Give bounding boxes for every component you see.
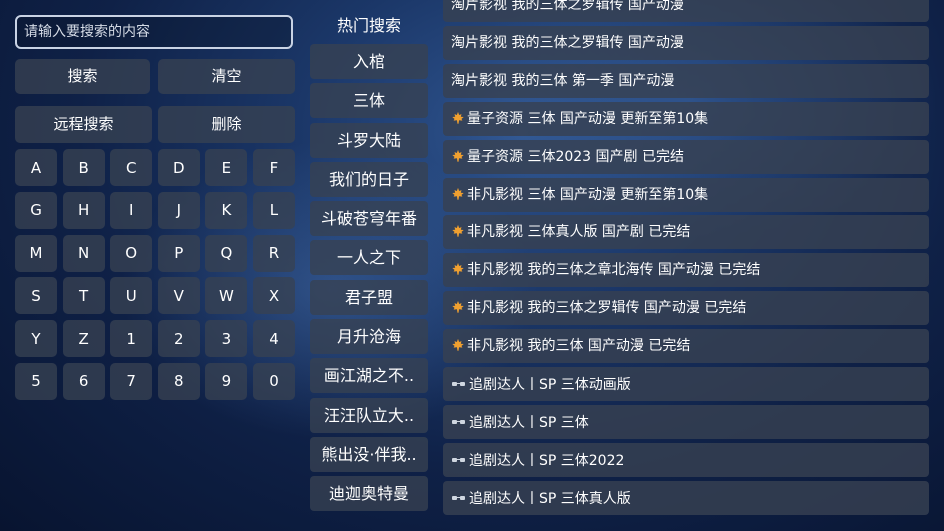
key-o[interactable]: O [110, 234, 153, 272]
key-j[interactable]: J [157, 191, 200, 229]
glasses-icon [451, 443, 467, 477]
result-item[interactable]: 量子资源 三体2023 国产剧 已完结 [443, 139, 929, 174]
hot-search-item[interactable]: 熊出没·伴我.. [310, 436, 428, 472]
result-item[interactable]: 追剧达人丨SP 三体动画版 [443, 367, 929, 401]
clear-button[interactable]: 清空 [158, 59, 295, 94]
key-9[interactable]: 9 [205, 362, 248, 400]
hot-search-item[interactable]: 一人之下 [310, 240, 428, 276]
key-a[interactable]: A [15, 149, 57, 186]
result-label: 非凡影视 我的三体之罗辑传 国产动漫 已完结 [467, 300, 747, 317]
key-z[interactable]: Z [62, 320, 105, 358]
result-item[interactable]: 非凡影视 三体 国产动漫 更新至第10集 [443, 177, 929, 212]
key-4[interactable]: 4 [252, 320, 295, 358]
key-w[interactable]: W [205, 277, 248, 315]
result-label: 非凡影视 三体 国产动漫 更新至第10集 [467, 186, 709, 203]
result-label: 淘片影视 我的三体之罗辑传 国产动漫 [451, 0, 684, 13]
result-label: 淘片影视 我的三体 第一季 国产动漫 [451, 72, 675, 89]
glasses-icon [451, 405, 467, 439]
key-f[interactable]: F [252, 149, 295, 186]
key-7[interactable]: 7 [110, 362, 153, 400]
result-label: 量子资源 三体 国产动漫 更新至第10集 [467, 110, 709, 127]
key-b[interactable]: B [62, 149, 105, 186]
key-x[interactable]: X [252, 277, 295, 315]
glasses-icon [451, 367, 467, 401]
glasses-icon [451, 481, 467, 515]
key-e[interactable]: E [205, 149, 248, 186]
key-l[interactable]: L [252, 191, 295, 229]
hot-search-item[interactable]: 入棺 [310, 44, 428, 79]
onscreen-keyboard: ABCDEF GHIJKL MNOPQR STUVWX YZ1234 567890 [15, 149, 295, 401]
key-r[interactable]: R [252, 234, 295, 272]
hot-search-item[interactable]: 画江湖之不.. [310, 358, 428, 394]
key-m[interactable]: M [15, 234, 57, 272]
result-label: 追剧达人丨SP 三体2022 [469, 452, 625, 469]
maple-leaf-icon [451, 331, 465, 351]
result-label: 追剧达人丨SP 三体动画版 [469, 377, 631, 393]
key-6[interactable]: 6 [62, 362, 105, 400]
key-1[interactable]: 1 [110, 320, 153, 358]
result-item[interactable]: 非凡影视 我的三体之章北海传 国产动漫 已完结 [443, 253, 929, 288]
key-5[interactable]: 5 [15, 362, 57, 400]
result-label: 追剧达人丨SP 三体 [469, 414, 589, 431]
hot-search-item[interactable]: 斗罗大陆 [310, 122, 428, 158]
result-item[interactable]: 非凡影视 我的三体之罗辑传 国产动漫 已完结 [443, 291, 929, 326]
result-item[interactable]: 淘片影视 我的三体 第一季 国产动漫 [443, 63, 929, 98]
key-g[interactable]: G [15, 191, 57, 229]
search-button[interactable]: 搜索 [15, 59, 150, 94]
key-u[interactable]: U [110, 277, 153, 315]
result-item[interactable]: 淘片影视 我的三体之罗辑传 国产动漫 [443, 0, 929, 22]
key-t[interactable]: T [62, 277, 105, 315]
hot-search-item[interactable]: 三体 [310, 83, 428, 119]
key-h[interactable]: H [62, 191, 105, 229]
maple-leaf-icon [451, 255, 465, 275]
key-p[interactable]: P [157, 234, 200, 272]
result-item[interactable]: 非凡影视 三体真人版 国产剧 已完结 [443, 215, 929, 250]
key-0[interactable]: 0 [252, 362, 295, 400]
result-item[interactable]: 追剧达人丨SP 三体 [443, 404, 929, 439]
delete-button[interactable]: 删除 [158, 106, 295, 143]
maple-leaf-icon [451, 142, 465, 162]
key-y[interactable]: Y [15, 320, 57, 358]
remote-search-button[interactable]: 远程搜索 [15, 106, 152, 143]
maple-leaf-icon [451, 180, 465, 200]
result-label: 非凡影视 我的三体之章北海传 国产动漫 已完结 [467, 262, 761, 279]
key-i[interactable]: I [110, 191, 153, 229]
key-3[interactable]: 3 [205, 320, 248, 358]
maple-leaf-icon [451, 104, 465, 124]
search-results-list: 淘片影视 我的三体之罗辑传 国产动漫 淘片影视 我的三体之罗辑传 国产动漫 淘片影视… [443, 0, 929, 531]
hot-search-item[interactable]: 月升沧海 [310, 319, 428, 355]
result-item[interactable]: 非凡影视 我的三体 国产动漫 已完结 [443, 329, 929, 364]
result-item[interactable]: 追剧达人丨SP 三体真人版 [443, 480, 929, 515]
key-c[interactable]: C [110, 149, 153, 186]
hot-search-item[interactable]: 汪汪队立大.. [310, 397, 428, 433]
hot-search-title: 热门搜索 [336, 16, 401, 35]
key-8[interactable]: 8 [157, 362, 200, 400]
search-input[interactable]: 请输入要搜索的内容 [15, 15, 293, 49]
result-label: 非凡影视 我的三体 国产动漫 已完结 [467, 338, 691, 355]
result-label: 淘片影视 我的三体之罗辑传 国产动漫 [451, 34, 684, 51]
maple-leaf-icon [451, 217, 465, 238]
key-d[interactable]: D [157, 149, 200, 186]
key-n[interactable]: N [62, 234, 105, 272]
key-s[interactable]: S [15, 277, 57, 315]
hot-search-item[interactable]: 斗破苍穹年番 [310, 201, 428, 237]
key-v[interactable]: V [157, 277, 200, 315]
key-q[interactable]: Q [205, 234, 248, 272]
result-label: 量子资源 三体2023 国产剧 已完结 [467, 148, 684, 165]
hot-search-item[interactable]: 迪迦奥特曼 [310, 476, 428, 512]
hot-search-list: 入棺三体 斗罗大陆 我们的日子斗破苍穹年番 一人之下 君子盟月升沧海 画江湖之不.. 汪汪队… [310, 44, 428, 516]
hot-search-item[interactable]: 我们的日子 [310, 161, 428, 197]
maple-leaf-icon [451, 293, 465, 313]
result-label: 非凡影视 三体真人版 国产剧 已完结 [467, 224, 691, 241]
result-item[interactable]: 追剧达人丨SP 三体2022 [443, 442, 929, 477]
result-item[interactable]: 量子资源 三体 国产动漫 更新至第10集 [443, 101, 929, 136]
result-item[interactable]: 淘片影视 我的三体之罗辑传 国产动漫 [443, 25, 929, 60]
result-label: 追剧达人丨SP 三体真人版 [469, 490, 631, 507]
key-2[interactable]: 2 [157, 320, 200, 358]
hot-search-item[interactable]: 君子盟 [310, 279, 428, 315]
key-k[interactable]: K [205, 191, 248, 229]
